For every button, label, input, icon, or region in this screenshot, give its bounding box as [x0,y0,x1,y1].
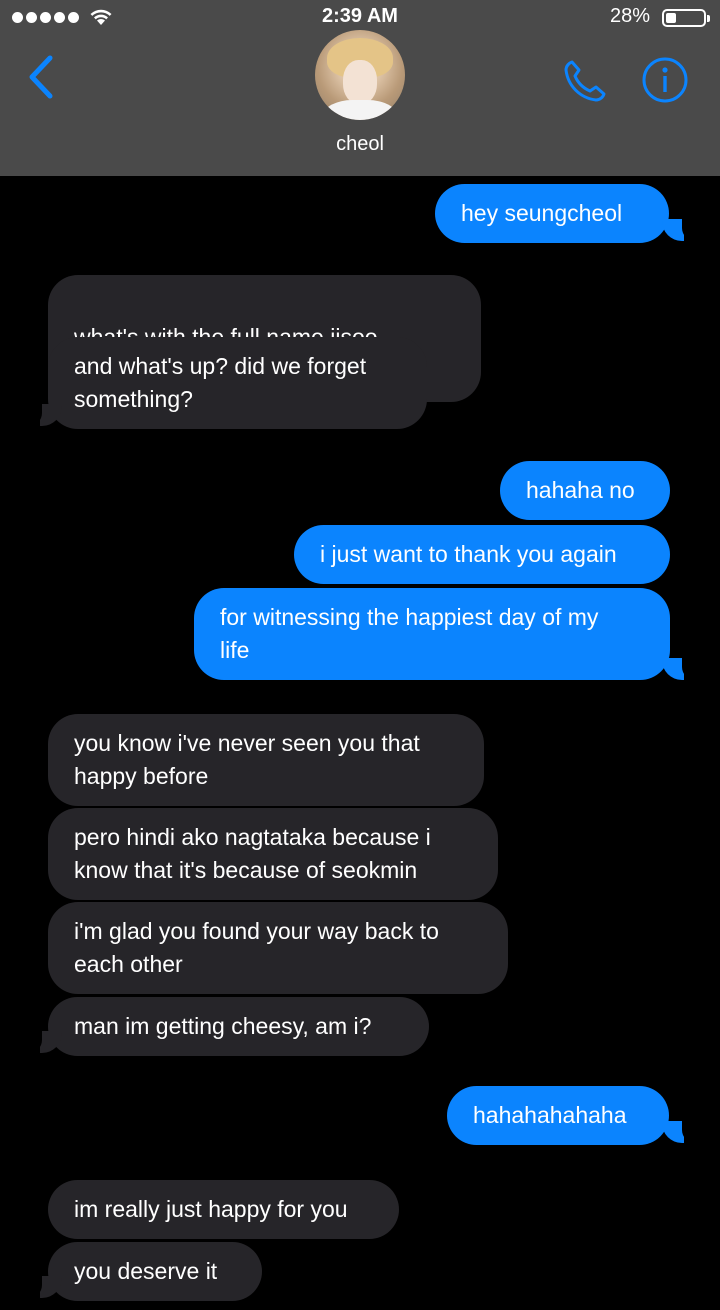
message-bubble: hahahahahaha [447,1086,669,1145]
bubble-tail [662,658,695,680]
contact-name[interactable]: cheol [0,133,720,156]
message-bubble: for witnessing the happiest day of my li… [194,588,670,680]
message-bubble: hey seungcheol [435,184,669,243]
battery-percent: 28% [609,5,650,27]
battery-icon [662,9,710,27]
message-bubble: i just want to thank you again [294,525,670,584]
conversation-header: 2:39 AM 28% cheol [0,0,720,176]
bubble-tail [662,1121,695,1143]
info-icon[interactable] [641,56,689,104]
bubble-tail [662,219,695,241]
contact-avatar[interactable] [315,30,405,120]
phone-icon[interactable] [560,56,610,106]
message-bubble: man im getting cheesy, am i? [48,997,429,1056]
message-bubble: you know i've never seen you that happy … [48,714,484,806]
message-bubble: you deserve it [48,1242,262,1301]
message-bubble: pero hindi ako nagtataka because i know … [48,808,498,900]
message-bubble: and what's up? did we forget something? [48,337,427,429]
back-chevron-icon[interactable] [22,52,58,102]
message-bubble: hahaha no [500,461,670,520]
message-thread[interactable]: hey seungcheol what's with the full name… [0,176,720,1310]
message-bubble: im really just happy for you [48,1180,399,1239]
message-bubble: i'm glad you found your way back to each… [48,902,508,994]
